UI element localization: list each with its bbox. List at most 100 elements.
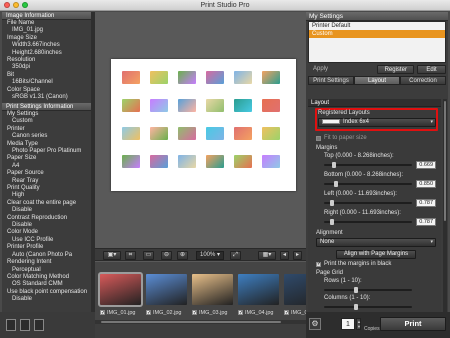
rows-slider[interactable] [324,287,412,293]
apply-button[interactable]: Apply [308,65,333,74]
zoom-out-icon[interactable]: ⊖ [161,251,172,260]
right-margin-field[interactable]: 0.787 [416,218,436,226]
preview-photo-thumbnail[interactable] [262,127,280,140]
window-title: Print Studio Pro [200,1,250,9]
left-margin-slider[interactable] [324,200,412,206]
filmstrip-checkbox[interactable]: ✓ [284,310,289,316]
preview-photo-thumbnail[interactable] [122,71,140,84]
split-view-icon[interactable] [34,319,44,331]
left-margin-field[interactable]: 0.787 [416,199,436,207]
top-margin-field[interactable]: 0.669 [416,161,436,169]
filmstrip-filename: IMG_03.jpg [199,309,228,316]
tab-layout[interactable]: Layout [354,76,400,85]
filmstrip-checkbox[interactable]: ✓ [238,310,243,316]
settings-item-custom[interactable]: Custom [309,30,445,38]
fit-to-paper-checkbox[interactable] [316,136,321,141]
settings-scrollbar[interactable] [443,99,447,338]
select-icon[interactable]: ▣▾ [103,251,121,260]
columns-slider[interactable] [324,304,412,310]
print-setting-label: Rendering Intent [7,259,52,266]
settings-item-printer-default[interactable]: Printer Default [309,22,445,30]
registered-layout-value: Index 6x4 [343,119,370,125]
image-info-label: Color Space [7,86,41,93]
copies-stepper[interactable]: ▲ ▼ [356,318,361,330]
preview-photo-thumbnail[interactable] [262,155,280,168]
gear-icon[interactable]: ⚙ [309,318,321,330]
filmstrip-item[interactable]: ✓ IMG_03.jpg [190,274,235,318]
filmstrip-checkbox[interactable]: ✓ [146,310,151,316]
preview-photo-thumbnail[interactable] [122,99,140,112]
preview-photo-thumbnail[interactable] [234,99,252,112]
image-info-header[interactable]: Image Information [2,12,91,20]
registered-layouts-dropdown[interactable]: Index 6x4 ▾ [318,118,436,127]
bottom-margin-field[interactable]: 0.850 [416,180,436,188]
preview-photo-thumbnail[interactable] [206,71,224,84]
single-view-icon[interactable] [6,319,16,331]
print-setting-value: Disable [12,222,33,229]
print-margins-black-label: Print the margins in black [324,261,392,267]
preview-photo-thumbnail[interactable] [150,155,168,168]
top-margin-slider[interactable] [324,162,412,168]
fit-page-icon[interactable]: ⤢ [230,251,241,260]
tab-print-settings[interactable]: Print Settings [308,76,354,85]
preview-photo-thumbnail[interactable] [122,127,140,140]
image-info-label: File Name [7,20,35,26]
settings-panel: My Settings Printer Default Custom Apply… [306,12,448,338]
filmstrip-thumbnail[interactable] [238,274,279,305]
my-settings-list[interactable]: Printer Default Custom [308,21,446,63]
filmstrip: ✓ IMG_01.jpg ✓ IMG_02.jpg ✓ IMG_03.jpg ✓ IMG_04… [95,262,325,324]
preview-photo-thumbnail[interactable] [206,155,224,168]
preview-photo-thumbnail[interactable] [178,71,196,84]
preview-photo-thumbnail[interactable] [262,71,280,84]
filmstrip-thumbnail[interactable] [98,272,143,307]
copies-field[interactable]: 1 [341,318,355,330]
image-info-value: 16Bits/Channel [12,79,53,86]
preview-photo-thumbnail[interactable] [206,127,224,140]
preview-photo-thumbnail[interactable] [122,155,140,168]
page-preview[interactable] [111,59,296,191]
filmstrip-thumbnail[interactable] [146,274,187,305]
preview-photo-thumbnail[interactable] [262,99,280,112]
preview-photo-thumbnail[interactable] [178,127,196,140]
preview-photo-thumbnail[interactable] [234,71,252,84]
print-button[interactable]: Print [380,317,446,331]
preview-photo-thumbnail[interactable] [150,127,168,140]
edit-button[interactable]: Edit [417,64,446,74]
previous-page-icon[interactable]: ◂ [280,251,289,260]
filmstrip-item[interactable]: ✓ IMG_02.jpg [144,274,189,318]
preview-photo-thumbnail[interactable] [150,71,168,84]
display-icon[interactable]: ▭ [143,251,154,260]
zoom-in-icon[interactable]: ⊕ [177,251,188,260]
grid-view-icon[interactable] [20,319,30,331]
preview-photo-thumbnail[interactable] [150,99,168,112]
right-margin-label: Right (0.000 - 11.693inches): [324,210,401,216]
image-info-value: Height2.680inches [12,49,62,56]
filmstrip-checkbox[interactable]: ✓ [100,310,105,316]
preview-photo-thumbnail[interactable] [234,127,252,140]
preview-photo-thumbnail[interactable] [234,155,252,168]
filmstrip-checkbox[interactable]: ✓ [192,310,197,316]
bottom-margin-slider[interactable] [324,181,412,187]
view-mode-icon[interactable]: ▦▾ [258,251,276,260]
alignment-dropdown[interactable]: None ▾ [316,238,436,247]
filmstrip-item[interactable]: ✓ IMG_01.jpg [98,272,143,318]
print-setting-label: Color Mode [7,229,39,236]
register-button[interactable]: Register [377,64,415,74]
image-info-value: Width3.667inches [12,42,60,49]
margins-label: Margins [316,145,338,151]
crop-icon[interactable]: ⌗ [125,251,136,260]
print-margins-black-checkbox[interactable] [316,261,321,267]
filmstrip-thumbnail[interactable] [192,274,233,305]
print-settings-info-header[interactable]: Print Settings Information [2,102,91,111]
filmstrip-caption: ✓ IMG_02.jpg [146,309,187,316]
filmstrip-item[interactable]: ✓ IMG_04.jpg [236,274,281,318]
right-margin-slider[interactable] [324,219,412,225]
align-with-page-margins-button[interactable]: Align with Page Margins [336,250,416,259]
preview-photo-thumbnail[interactable] [206,99,224,112]
zoom-level-field[interactable]: 100% ▾ [196,251,224,260]
preview-photo-thumbnail[interactable] [178,99,196,112]
next-page-icon[interactable]: ▸ [293,251,302,260]
tab-correction[interactable]: Correction [400,76,446,85]
preview-photo-thumbnail[interactable] [178,155,196,168]
filmstrip-filename: IMG_01.jpg [107,309,136,316]
